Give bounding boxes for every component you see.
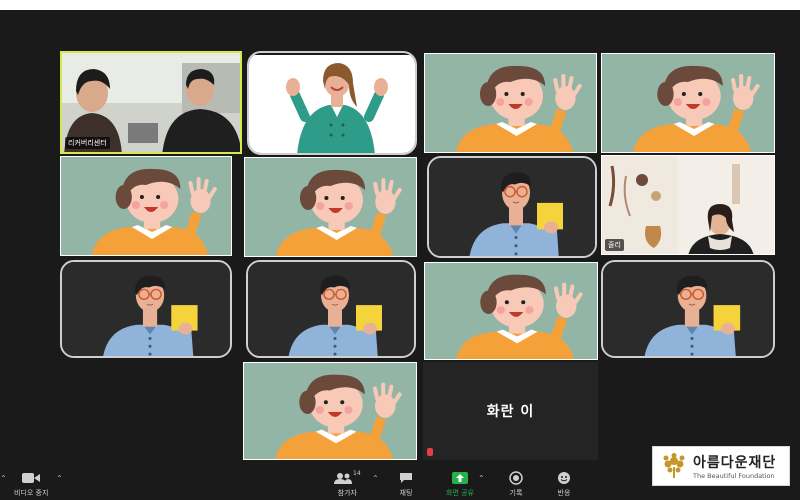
avatar-illustration: [61, 157, 232, 256]
video-options-chevron-icon[interactable]: ⌃: [56, 474, 63, 483]
share-screen-icon: [452, 470, 468, 486]
participants-options-chevron-icon[interactable]: ⌃: [372, 474, 379, 483]
avatar-illustration: [248, 262, 416, 358]
video-tile-10[interactable]: [246, 260, 416, 358]
video-tile-9[interactable]: [60, 260, 232, 358]
participant-name: 줄리: [605, 239, 624, 251]
video-tile-3[interactable]: [424, 53, 597, 153]
video-tile-4[interactable]: [601, 53, 775, 153]
chat-button[interactable]: 채팅: [399, 470, 413, 498]
avatar-illustration: [603, 262, 775, 358]
participants-icon: 14: [334, 470, 361, 486]
avatar-illustration: [602, 54, 775, 153]
mic-muted-icon: [427, 448, 433, 456]
participants-button[interactable]: 14 참가자: [334, 470, 361, 498]
foundation-name-korean: 아름다운재단: [693, 455, 777, 471]
video-tile-no-video[interactable]: 화란 이: [423, 362, 598, 460]
audio-options-chevron-icon[interactable]: ⌃: [0, 474, 7, 483]
video-tile-2[interactable]: [247, 51, 417, 155]
participant-name: 리커버리센터: [65, 137, 110, 149]
gallery-view: 리커버리센터 줄리 화란 이: [0, 10, 800, 466]
emoji-reaction-icon: [557, 470, 571, 486]
video-tile-12[interactable]: [601, 260, 775, 358]
record-button[interactable]: 기록: [509, 470, 523, 498]
camera-feed-people: [602, 156, 774, 254]
participant-name: 화란 이: [486, 404, 535, 420]
avatar-illustration: [245, 158, 417, 257]
avatar-illustration: [244, 363, 417, 460]
video-tile-13[interactable]: [243, 362, 417, 460]
avatar-illustration: [62, 262, 232, 358]
avatar-illustration: [425, 263, 598, 360]
record-icon: [509, 470, 523, 486]
share-screen-button[interactable]: 화면 공유: [446, 470, 474, 498]
share-options-chevron-icon[interactable]: ⌃: [478, 474, 485, 483]
foundation-logo: 아름다운재단 The Beautiful Foundation: [652, 446, 790, 486]
avatar-illustration: [249, 53, 417, 155]
reactions-button[interactable]: 반응: [557, 470, 571, 498]
video-camera-icon: [22, 470, 41, 486]
foundation-name-english: The Beautiful Foundation: [693, 472, 775, 480]
video-tile-11[interactable]: [424, 262, 598, 360]
video-tile-6[interactable]: [244, 157, 417, 257]
video-tile-5[interactable]: [60, 156, 232, 256]
window-top-bar: [0, 0, 800, 10]
chat-icon: [399, 470, 413, 486]
video-tile-recovery-center[interactable]: 리커버리센터: [60, 51, 242, 154]
participants-count: 14: [353, 470, 361, 477]
avatar-illustration: [429, 158, 597, 258]
stop-video-button[interactable]: 비디오 중지: [14, 470, 48, 498]
tree-logo-icon: [663, 453, 685, 478]
video-tile-7[interactable]: [427, 156, 597, 258]
avatar-illustration: [425, 54, 597, 153]
video-tile-julie[interactable]: 줄리: [601, 155, 775, 255]
